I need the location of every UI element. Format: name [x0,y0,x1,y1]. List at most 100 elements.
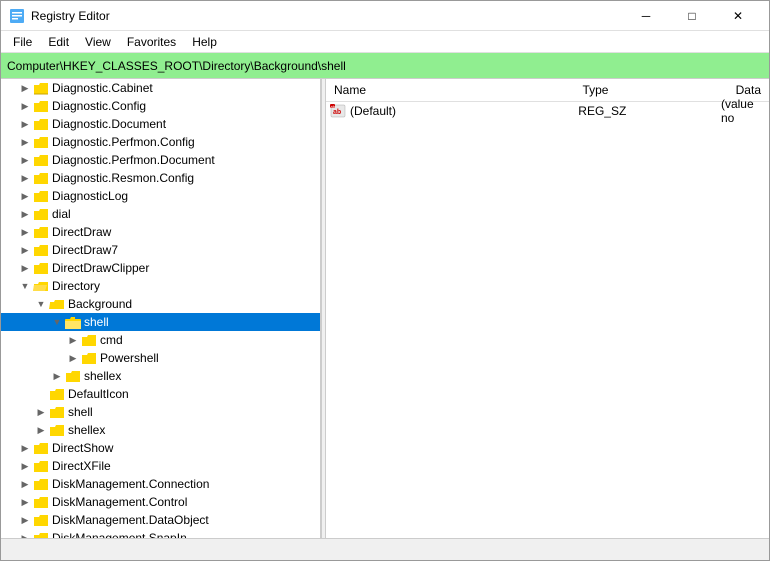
tree-item[interactable]: ▶ Diagnostic.Cabinet [1,79,320,97]
tree-item[interactable]: ▶ DiskManagement.SnapIn [1,529,320,538]
expand-icon[interactable]: ▼ [17,278,33,294]
tree-item[interactable]: ▶ DiskManagement.Control [1,493,320,511]
tree-item-shell2[interactable]: ▶ shell [1,403,320,421]
folder-icon [33,226,49,239]
item-label: DirectXFile [52,459,111,473]
tree-item[interactable]: ▶ Diagnostic.Document [1,115,320,133]
folder-open-icon [33,280,49,293]
expand-icon[interactable]: ▶ [33,422,49,438]
expand-icon[interactable]: ▶ [17,458,33,474]
tree-item[interactable]: ▶ DirectDraw [1,223,320,241]
expand-icon[interactable]: ▶ [17,80,33,96]
status-bar [1,538,769,560]
menu-edit[interactable]: Edit [40,33,77,51]
menu-file[interactable]: File [5,33,40,51]
menu-help[interactable]: Help [184,33,225,51]
entry-data: (value no [721,97,765,125]
close-button[interactable]: ✕ [715,1,761,31]
item-label: DirectDraw7 [52,243,118,257]
registry-tree: ▶ Diagnostic.Cabinet ▶ Diagnostic.Config… [1,79,321,538]
folder-icon [33,496,49,509]
folder-icon [33,82,49,95]
expand-icon[interactable]: ▶ [17,242,33,258]
item-label: dial [52,207,71,221]
tree-item-shell[interactable]: ▼ shell [1,313,320,331]
item-label: shell [68,405,93,419]
expand-icon[interactable]: ▶ [17,98,33,114]
app-icon [9,8,25,24]
item-label: Diagnostic.Config [52,99,146,113]
folder-icon [33,442,49,455]
entry-name: (Default) [350,104,578,118]
item-label: shell [84,315,109,329]
expand-icon[interactable]: ▶ [17,116,33,132]
folder-icon [49,388,65,401]
expand-icon[interactable]: ▶ [17,476,33,492]
tree-item-powershell[interactable]: ▶ Powershell [1,349,320,367]
address-bar[interactable]: Computer\HKEY_CLASSES_ROOT\Directory\Bac… [1,53,769,79]
expand-icon[interactable]: ▶ [17,494,33,510]
item-label: Diagnostic.Resmon.Config [52,171,194,185]
folder-icon [33,154,49,167]
tree-item-defaulticon[interactable]: ▶ DefaultIcon [1,385,320,403]
tree-item[interactable]: ▶ DiagnosticLog [1,187,320,205]
expand-icon[interactable]: ▶ [17,440,33,456]
minimize-button[interactable]: ─ [623,1,669,31]
expand-icon[interactable]: ▶ [17,152,33,168]
expand-icon[interactable]: ▶ [65,350,81,366]
item-label: Powershell [100,351,159,365]
item-label: DirectDraw [52,225,111,239]
folder-icon [33,460,49,473]
expand-icon[interactable]: ▶ [17,188,33,204]
folder-icon [33,190,49,203]
item-label: Diagnostic.Perfmon.Document [52,153,215,167]
registry-entry[interactable]: ab ab (Default) REG_SZ (value no [326,102,769,120]
expand-icon[interactable]: ▶ [65,332,81,348]
menu-favorites[interactable]: Favorites [119,33,184,51]
registry-values-pane: Name Type Data ab ab (Default) REG_SZ (v… [326,79,769,538]
expand-icon[interactable]: ▼ [33,296,49,312]
expand-icon[interactable]: ▶ [33,404,49,420]
tree-item[interactable]: ▶ DiskManagement.Connection [1,475,320,493]
tree-item[interactable]: ▶ Diagnostic.Perfmon.Config [1,133,320,151]
tree-item-shellex2[interactable]: ▶ shellex [1,421,320,439]
expand-icon[interactable]: ▶ [17,224,33,240]
main-content: ▶ Diagnostic.Cabinet ▶ Diagnostic.Config… [1,79,769,538]
expand-icon[interactable]: ▶ [17,530,33,538]
expand-icon[interactable]: ▶ [49,368,65,384]
item-label: Directory [52,279,100,293]
tree-item[interactable]: ▶ DirectXFile [1,457,320,475]
item-label: DirectDrawClipper [52,261,149,275]
tree-item-cmd[interactable]: ▶ cmd [1,331,320,349]
folder-icon [49,406,65,419]
tree-item[interactable]: ▶ dial [1,205,320,223]
expand-icon[interactable]: ▼ [49,314,65,330]
expand-icon[interactable]: ▶ [17,134,33,150]
tree-item-background[interactable]: ▼ Background [1,295,320,313]
col-header-name[interactable]: Name [326,81,574,99]
folder-icon [33,208,49,221]
menu-view[interactable]: View [77,33,119,51]
folder-open-icon [49,298,65,311]
tree-item-directory[interactable]: ▼ Directory [1,277,320,295]
expand-icon[interactable]: ▶ [17,260,33,276]
tree-item[interactable]: ▶ DirectDrawClipper [1,259,320,277]
expand-icon[interactable]: ▶ [17,512,33,528]
expand-icon[interactable]: ▶ [17,170,33,186]
expand-icon[interactable]: ▶ [17,206,33,222]
folder-icon [33,118,49,131]
tree-item[interactable]: ▶ Diagnostic.Resmon.Config [1,169,320,187]
col-header-type[interactable]: Type [574,81,727,99]
folder-icon [81,352,97,365]
tree-item[interactable]: ▶ Diagnostic.Perfmon.Document [1,151,320,169]
tree-item-shellex[interactable]: ▶ shellex [1,367,320,385]
tree-item[interactable]: ▶ DirectShow [1,439,320,457]
item-label: Diagnostic.Perfmon.Config [52,135,195,149]
item-label: DiskManagement.Connection [52,477,209,491]
maximize-button[interactable]: □ [669,1,715,31]
item-label: Diagnostic.Document [52,117,166,131]
folder-icon [81,334,97,347]
tree-item[interactable]: ▶ DirectDraw7 [1,241,320,259]
tree-item[interactable]: ▶ DiskManagement.DataObject [1,511,320,529]
tree-item[interactable]: ▶ Diagnostic.Config [1,97,320,115]
